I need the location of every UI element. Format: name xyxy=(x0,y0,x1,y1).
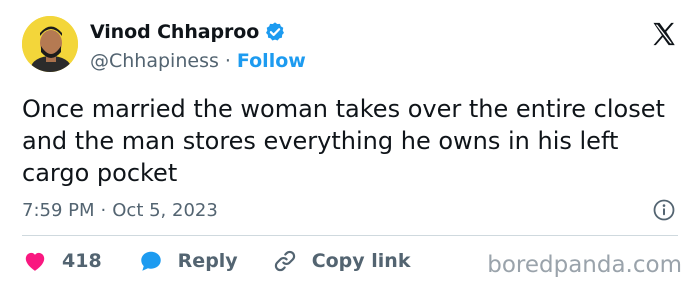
link-icon xyxy=(272,248,298,274)
action-bar: 418 Reply Copy link xyxy=(22,248,410,274)
author-block: Vinod Chhaproo @Chhapiness · Follow xyxy=(90,20,306,73)
handle-separator: · xyxy=(224,50,231,72)
x-logo-icon[interactable] xyxy=(650,20,678,48)
author-handle[interactable]: @Chhapiness xyxy=(90,50,219,72)
tweet-time[interactable]: 7:59 PM xyxy=(22,200,95,221)
verified-badge-icon xyxy=(264,21,286,43)
watermark: boredpanda.com xyxy=(487,252,682,278)
tweet-date[interactable]: Oct 5, 2023 xyxy=(112,200,218,221)
reply-button[interactable]: Reply xyxy=(138,248,272,274)
info-icon[interactable] xyxy=(652,198,676,222)
follow-button[interactable]: Follow xyxy=(237,50,306,72)
like-button[interactable]: 418 xyxy=(22,248,138,274)
author-name[interactable]: Vinod Chhaproo xyxy=(90,21,259,43)
tweet-card: Vinod Chhaproo @Chhapiness · Follow Once… xyxy=(0,0,700,287)
timestamp-separator: · xyxy=(100,199,107,221)
divider xyxy=(22,235,678,236)
avatar-image xyxy=(22,16,78,72)
tweet-text: Once married the woman takes over the en… xyxy=(22,95,665,187)
tweet-timestamp[interactable]: 7:59 PM · Oct 5, 2023 xyxy=(22,198,218,222)
like-count: 418 xyxy=(62,250,102,272)
copy-link-label: Copy link xyxy=(311,250,411,272)
heart-icon xyxy=(22,248,48,274)
reply-label: Reply xyxy=(177,250,238,272)
speech-bubble-icon xyxy=(138,248,164,274)
copy-link-button[interactable]: Copy link xyxy=(272,248,411,274)
avatar[interactable] xyxy=(22,16,78,72)
